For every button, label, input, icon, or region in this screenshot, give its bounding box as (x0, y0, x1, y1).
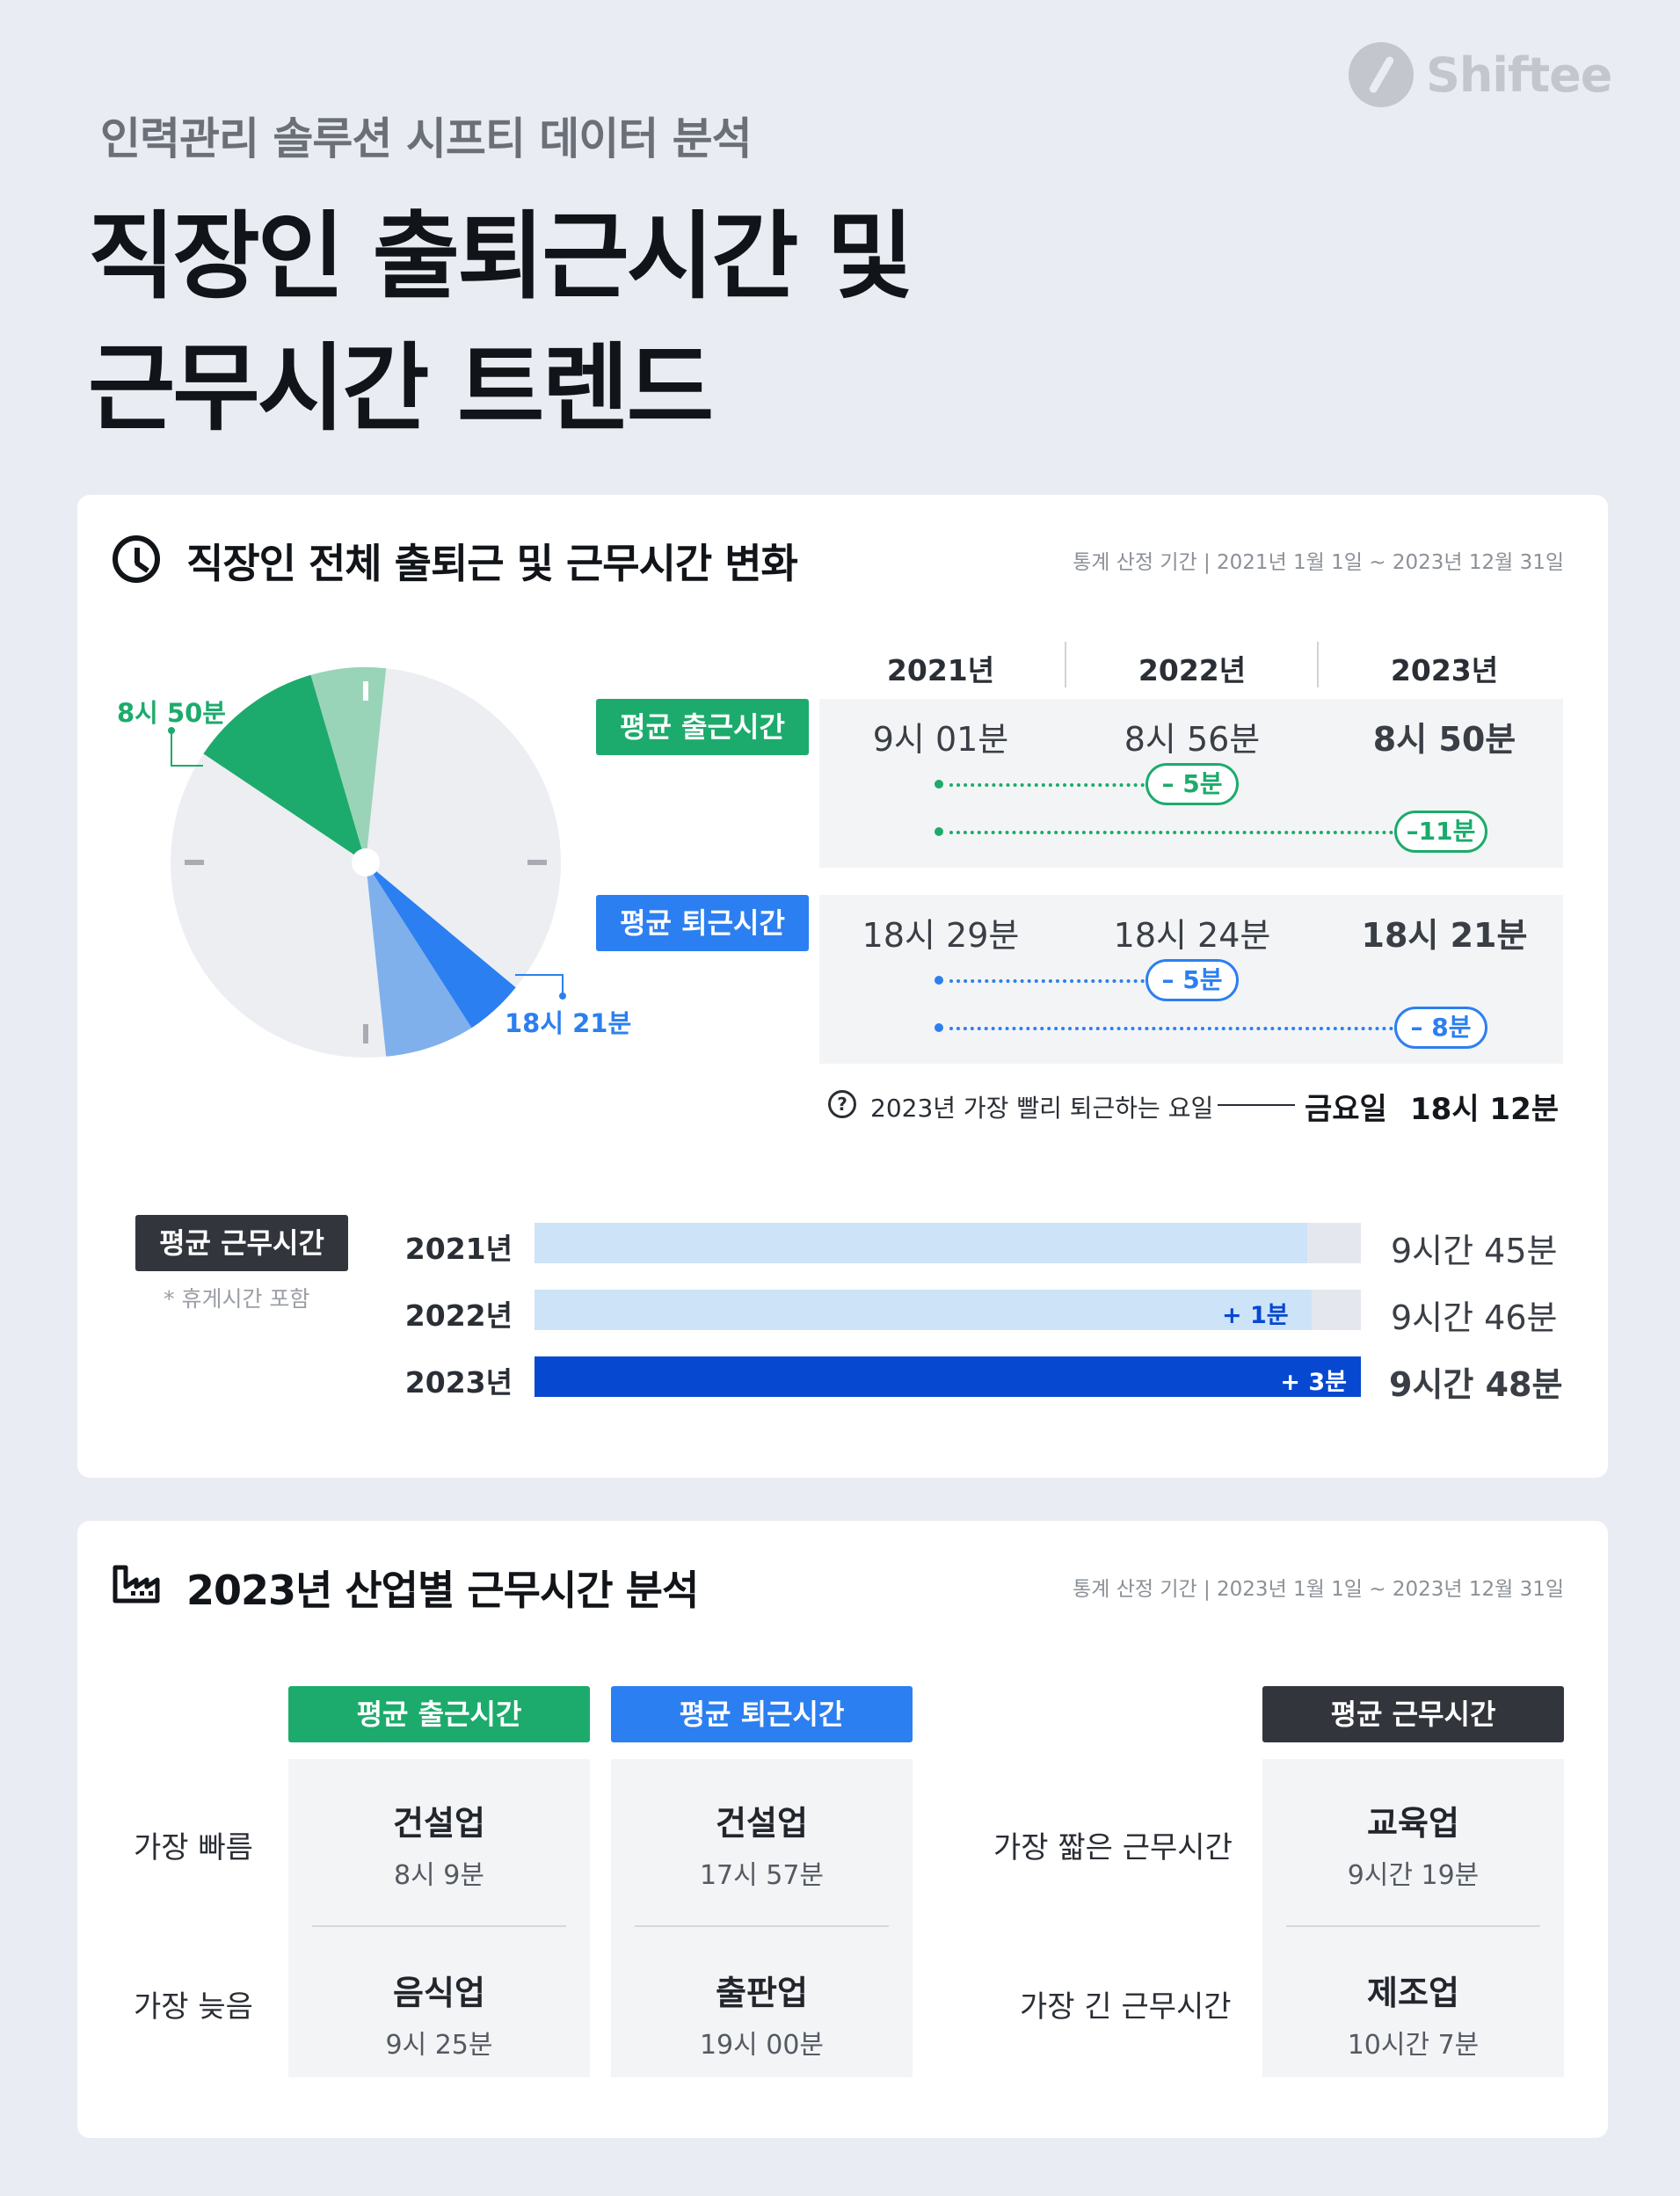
clock-icon (113, 535, 160, 583)
page-title-line1: 직장인 출퇴근시간 및 (88, 202, 913, 312)
bar-track (535, 1223, 1361, 1263)
clock-leave-label: 18시 21분 (505, 1008, 632, 1038)
arrive-2022-value: 8시 56분 (1124, 720, 1261, 759)
work-shortest-time: 9시간 19분 (1347, 1860, 1480, 1891)
row-label-latest: 가장 늦음 (134, 1989, 253, 2025)
bar-value-2022: 9시간 46분 (1391, 1298, 1558, 1337)
shiftee-logo-icon (1349, 42, 1414, 107)
col-arrive-tag: 평균 출근시간 (288, 1686, 590, 1742)
tick-6 (363, 1024, 368, 1043)
row-label-longest-work: 가장 긴 근무시간 (1020, 1989, 1232, 2025)
bar-year-2021: 2021년 (404, 1232, 513, 1266)
leave-2022-value: 18시 24분 (1113, 916, 1271, 955)
bar-2022: + 1분 (535, 1290, 1312, 1330)
arrive-column-panel: 건설업 8시 9분 음식업 9시 25분 (288, 1759, 590, 2077)
work-longest-industry: 제조업 (1367, 1974, 1459, 2012)
tick-3 (527, 860, 547, 865)
year-divider (1317, 642, 1319, 687)
row-label-fastest: 가장 빠름 (134, 1830, 253, 1865)
question-icon: ? (828, 1090, 856, 1118)
overview-period: 통계 산정 기간 | 2021년 1월 1일 ~ 2023년 12월 31일 (1073, 551, 1564, 574)
leave-column-panel: 건설업 17시 57분 출판업 19시 00분 (611, 1759, 913, 2077)
tick-12 (363, 681, 368, 701)
arrive-leader (171, 731, 203, 767)
row-label-shortest-work: 가장 짧은 근무시간 (993, 1830, 1233, 1865)
page-subtitle: 인력관리 솔루션 시프티 데이터 분석 (100, 113, 753, 164)
arrive-tag: 평균 출근시간 (596, 699, 809, 755)
overview-title: 직장인 전체 출퇴근 및 근무시간 변화 (186, 540, 798, 587)
arrive-2023-value: 8시 50분 (1372, 720, 1516, 759)
fastest-day-label: 2023년 가장 빨리 퇴근하는 요일 (870, 1094, 1214, 1123)
work-column-panel: 교육업 9시간 19분 제조업 10시간 7분 (1262, 1759, 1564, 2077)
col-work-tag: 평균 근무시간 (1262, 1686, 1564, 1742)
col-leave-tag: 평균 퇴근시간 (611, 1686, 913, 1742)
arrive-latest-time: 9시 25분 (385, 2030, 493, 2061)
shiftee-logo: Shiftee (1349, 42, 1612, 107)
leave-delta-line-short (949, 979, 1145, 983)
note-connector (1218, 1104, 1295, 1106)
arrive-fastest-industry: 건설업 (393, 1804, 485, 1843)
clock-arrive-label: 8시 50분 (117, 698, 226, 728)
work-hours-tag: 평균 근무시간 (135, 1215, 348, 1271)
leave-fastest-industry: 건설업 (716, 1804, 808, 1843)
leave-delta-long: – 8분 (1394, 1007, 1487, 1049)
arrive-delta-short: – 5분 (1145, 763, 1239, 805)
leave-fastest-time: 17시 57분 (699, 1860, 825, 1891)
bar-year-2023: 2023년 (404, 1365, 513, 1400)
work-shortest-industry: 교육업 (1367, 1804, 1459, 1843)
arrive-delta-line-long (949, 831, 1393, 834)
bar-value-2023: 9시간 48분 (1389, 1365, 1563, 1404)
fastest-day: 금요일 (1305, 1092, 1387, 1127)
bar-value-2021: 9시간 45분 (1391, 1232, 1558, 1270)
industry-period: 통계 산정 기간 | 2023년 1월 1일 ~ 2023년 12월 31일 (1073, 1578, 1564, 1601)
year-header-2023: 2023년 (1390, 653, 1499, 687)
leave-delta-short: – 5분 (1145, 959, 1239, 1001)
leave-delta-line-long (949, 1027, 1393, 1030)
bar-track: + 1분 (535, 1290, 1361, 1330)
year-header-2021: 2021년 (886, 653, 995, 687)
year-header-2022: 2022년 (1138, 653, 1247, 687)
bar-2023: + 3분 (535, 1356, 1361, 1397)
fastest-day-time: 18시 12분 (1410, 1092, 1560, 1127)
work-longest-time: 10시간 7분 (1347, 2030, 1480, 2061)
arrive-2021-value: 9시 01분 (872, 720, 1009, 759)
industry-title: 2023년 산업별 근무시간 분석 (186, 1567, 699, 1614)
page-title-line2: 근무시간 트렌드 (88, 334, 714, 444)
clock-center (352, 848, 380, 876)
leave-2023-value: 18시 21분 (1361, 916, 1528, 955)
arrive-fastest-time: 8시 9분 (394, 1860, 484, 1891)
bar-delta-2023: + 3분 (1280, 1369, 1347, 1396)
leave-latest-time: 19시 00분 (699, 2030, 825, 2061)
shiftee-logo-text: Shiftee (1426, 47, 1612, 103)
factory-icon (113, 1565, 160, 1603)
arrive-delta-long: –11분 (1394, 811, 1487, 853)
bar-track: + 3분 (535, 1356, 1361, 1397)
arrive-latest-industry: 음식업 (393, 1974, 485, 2012)
leave-latest-industry: 출판업 (716, 1974, 808, 2012)
bar-delta-2022: + 1분 (1221, 1302, 1289, 1329)
arrive-delta-line-short (949, 783, 1145, 787)
page-title: 직장인 출퇴근시간 및 근무시간 트렌드 (88, 192, 913, 455)
work-hours-footnote: * 휴게시간 포함 (164, 1286, 310, 1312)
tick-9 (185, 860, 204, 865)
year-divider (1065, 642, 1066, 687)
bar-2021 (535, 1223, 1307, 1263)
bar-year-2022: 2022년 (404, 1298, 513, 1333)
leave-tag: 평균 퇴근시간 (596, 895, 809, 951)
leave-2021-value: 18시 29분 (862, 916, 1020, 955)
